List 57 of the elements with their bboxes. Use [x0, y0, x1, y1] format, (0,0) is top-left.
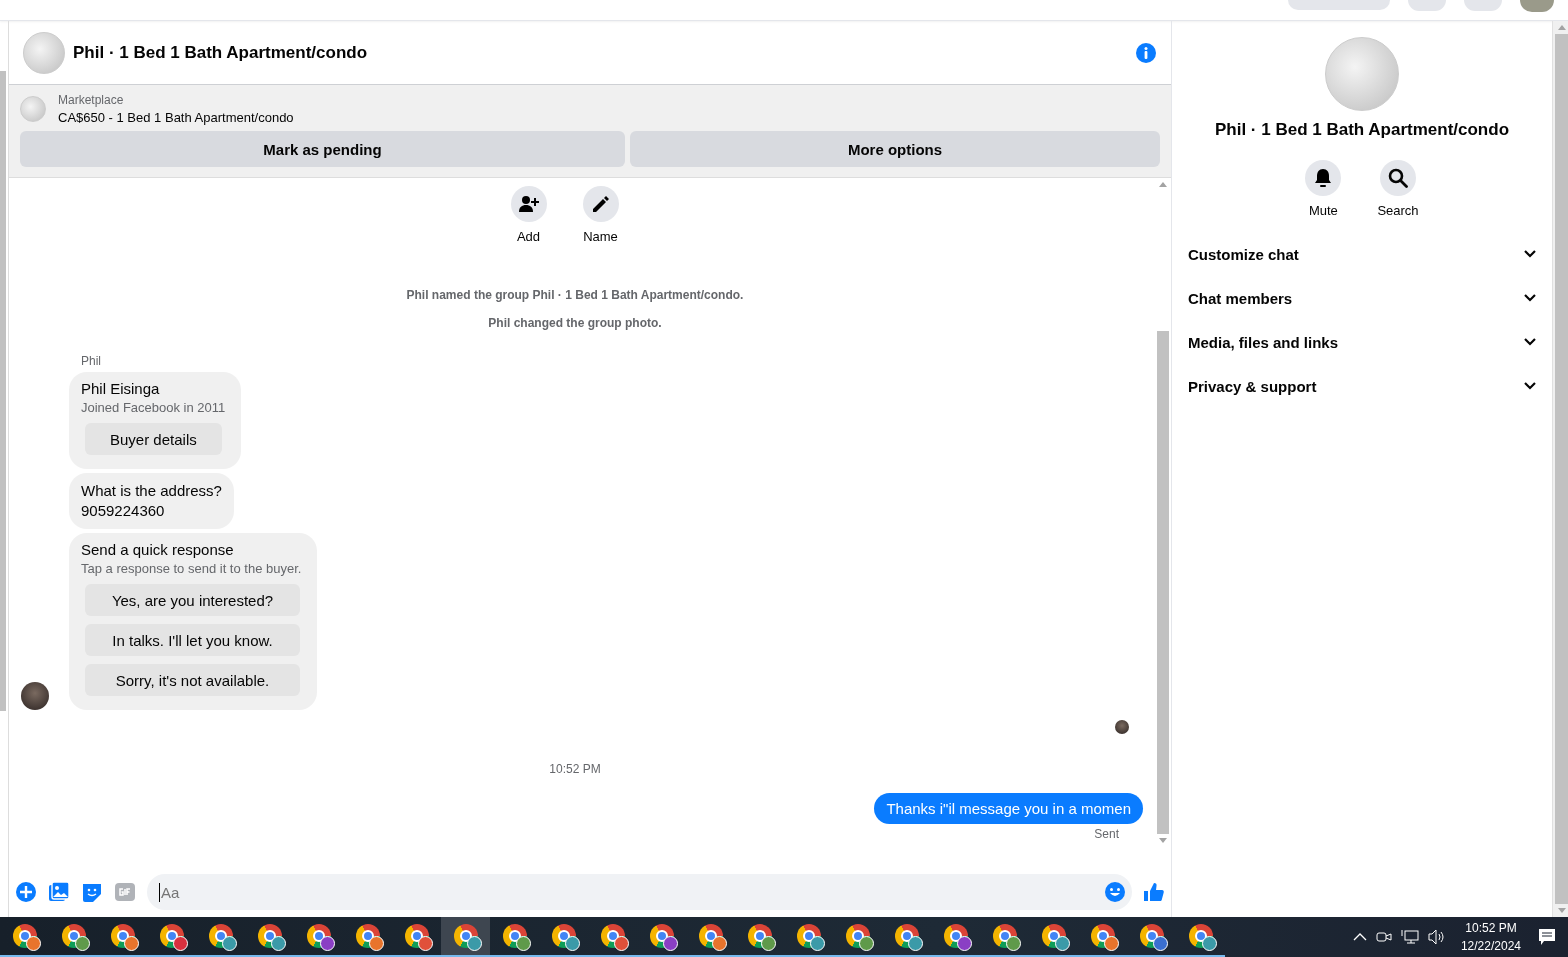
image-icon[interactable]: [48, 881, 70, 903]
section-header[interactable]: Chat members: [1180, 276, 1544, 320]
chevron-up-icon[interactable]: [1352, 933, 1367, 941]
quick-response-button[interactable]: Sorry, it's not available.: [85, 664, 300, 696]
avatar: [21, 682, 49, 710]
scrollbar-thumb[interactable]: [1555, 34, 1568, 904]
listing-action-button[interactable]: More options: [630, 131, 1160, 167]
message-input[interactable]: Aa: [159, 882, 1104, 902]
add-person-icon: [518, 195, 539, 213]
system-notice: Phil changed the group photo.: [488, 316, 662, 330]
bell-icon: [1314, 168, 1333, 188]
listing-action-button[interactable]: Mark as pending: [20, 131, 625, 167]
camera-icon[interactable]: [1375, 929, 1392, 945]
chevron-icon: [1524, 294, 1536, 302]
search-icon: [1388, 168, 1408, 188]
quick-response-hint: Tap a response to send it to the buyer.: [81, 561, 302, 576]
buyer-details-button[interactable]: Buyer details: [85, 423, 222, 455]
section-header[interactable]: Customize chat: [1180, 232, 1544, 276]
sticker-icon[interactable]: [81, 881, 103, 903]
quick-response-title: Send a quick response: [81, 541, 235, 558]
clock-time[interactable]: 10:52 PM: [1465, 919, 1517, 937]
message-bubble: What is the address? 9059224360: [69, 473, 234, 529]
chat-title: Phil · 1 Bed 1 Bath Apartment/condo: [1214, 120, 1510, 140]
profile-avatar[interactable]: [1520, 0, 1554, 12]
pencil-icon: [591, 195, 610, 213]
taskbar-app-button[interactable]: [441, 917, 490, 957]
thumbs-up-icon[interactable]: [1143, 881, 1165, 903]
listing-source: Marketplace: [58, 93, 125, 107]
message-field[interactable]: Aa: [147, 874, 1132, 910]
clock-date[interactable]: 12/22/2024: [1460, 937, 1521, 955]
quick-response-button[interactable]: Yes, are you interested?: [85, 584, 300, 616]
system-notice: Phil named the group Phil · 1 Bed 1 Bath Apartment/condo.: [406, 288, 744, 302]
plus-icon[interactable]: [15, 881, 37, 903]
timestamp: 10:52 PM: [549, 762, 601, 776]
info-icon[interactable]: [1135, 41, 1157, 64]
chevron-icon: [1524, 382, 1536, 390]
listing-summary: CA$650 - 1 Bed 1 Bath Apartment/condo: [58, 110, 294, 125]
message-status: Sent: [1094, 827, 1119, 841]
sent-message: Thanks i"il message you in a momen: [874, 793, 1143, 824]
chevron-icon: [1524, 338, 1536, 346]
scrollbar-thumb[interactable]: [1157, 331, 1169, 834]
sender-name: Phil: [81, 354, 102, 368]
read-receipt-avatar: [1115, 720, 1129, 734]
section-header[interactable]: Privacy & support: [1180, 364, 1544, 408]
emoji-icon[interactable]: [1104, 881, 1126, 903]
section-header[interactable]: Media, files and links: [1180, 320, 1544, 364]
chat-title: Phil · 1 Bed 1 Bath Apartment/condo: [73, 42, 369, 63]
buyer-subtitle: Joined Facebook in 2011: [81, 400, 226, 415]
apartment-photo: [20, 96, 46, 122]
speaker-icon[interactable]: [1427, 929, 1446, 945]
quick-response-button[interactable]: In talks. I'll let you know.: [85, 624, 300, 656]
buyer-name: Phil Eisinga: [81, 380, 161, 397]
scrollbar-thumb[interactable]: [0, 71, 6, 711]
apartment-photo: [23, 31, 65, 74]
network-icon[interactable]: [1400, 929, 1419, 945]
chevron-icon: [1524, 250, 1536, 258]
notification-icon[interactable]: [1538, 928, 1556, 946]
